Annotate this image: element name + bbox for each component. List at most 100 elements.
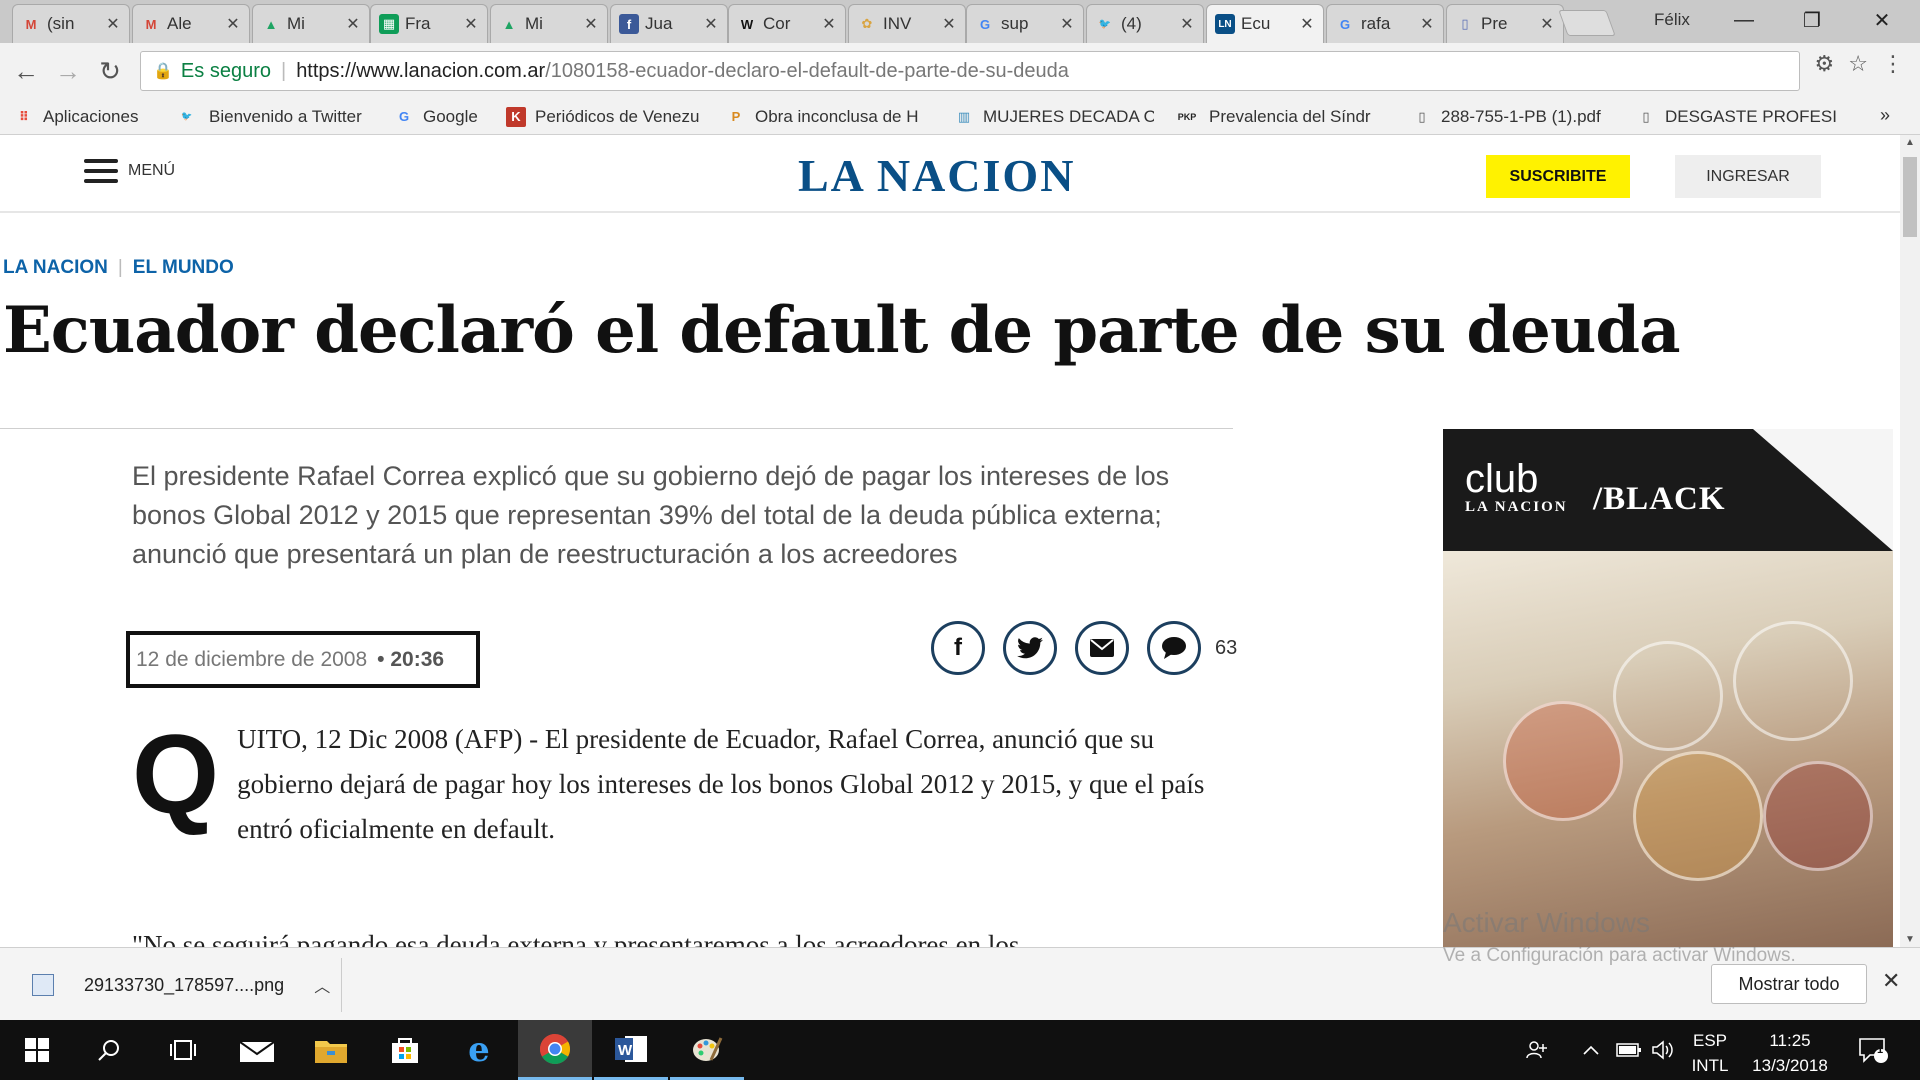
paint-icon[interactable]: [670, 1020, 744, 1080]
bookmark-item[interactable]: 🐦 Bienvenido a Twitter: [174, 107, 374, 127]
ad-club-text: club: [1465, 457, 1539, 501]
forward-icon[interactable]: →: [52, 55, 84, 87]
battery-icon[interactable]: [1616, 1020, 1642, 1080]
chevron-up-icon[interactable]: ︿: [314, 973, 330, 997]
close-tab-icon[interactable]: ✕: [821, 14, 837, 34]
bookmark-item[interactable]: K Periódicos de Venezu: [506, 106, 706, 127]
windows-start-icon[interactable]: [0, 1020, 74, 1080]
volume-icon[interactable]: [1651, 1020, 1675, 1080]
chrome-icon[interactable]: [518, 1020, 592, 1080]
subscribe-button[interactable]: SUSCRIBITE: [1486, 155, 1630, 198]
translate-icon[interactable]: ⚙: [1815, 51, 1835, 77]
tab-strip: M (sin ✕ M Ale ✕ ▲ Mi ✕ ▦ Fra ✕ ▲ Mi ✕ f Jua ✕ W Cor ✕ ✿ INV ✕ G…: [0, 0, 1920, 43]
url-path: /1080158-ecuador-declaro-el-default-de-p…: [545, 59, 1069, 82]
tab-title: Mi: [287, 14, 305, 33]
omnibox-separator: |: [280, 59, 287, 82]
input-language[interactable]: ESP INTL: [1690, 1028, 1730, 1078]
browser-tab[interactable]: Gsup ✕: [966, 4, 1084, 43]
ad-photo-glasses: [1443, 551, 1893, 947]
comment-count[interactable]: 63: [1215, 637, 1237, 660]
browser-tab[interactable]: ▲ Mi ✕: [252, 4, 370, 43]
browser-tab[interactable]: M Ale ✕: [132, 4, 250, 43]
tab-title: Jua: [645, 14, 673, 33]
bookmark-item[interactable]: P Obra inconclusa de H: [726, 107, 934, 127]
comments-icon[interactable]: [1147, 621, 1201, 675]
word-icon[interactable]: W: [594, 1020, 668, 1080]
tab-title: Fra: [405, 14, 431, 33]
close-tab-icon[interactable]: ✕: [345, 14, 361, 34]
restore-icon[interactable]: ❐: [1788, 4, 1836, 36]
browser-tab[interactable]: f Jua ✕: [610, 4, 728, 43]
login-button[interactable]: INGRESAR: [1675, 155, 1821, 198]
tray-chevron-up-icon[interactable]: [1582, 1020, 1600, 1080]
browser-tab[interactable]: M (sin ✕: [12, 4, 130, 43]
close-tab-icon[interactable]: ✕: [105, 14, 121, 34]
download-item[interactable]: 29133730_178597....png ︿: [20, 958, 342, 1012]
back-icon[interactable]: ←: [10, 55, 42, 87]
menu-button[interactable]: MENÚ: [84, 159, 175, 183]
site-logo[interactable]: LA NACION: [798, 149, 1075, 202]
bookmark-item[interactable]: PKP Prevalencia del Síndr: [1174, 107, 1392, 127]
clock[interactable]: 11:25 13/3/2018: [1742, 1028, 1838, 1078]
bookmark-star-icon[interactable]: ☆: [1848, 51, 1868, 77]
close-tab-icon[interactable]: ✕: [1059, 14, 1075, 34]
close-tab-icon[interactable]: ✕: [1539, 14, 1555, 34]
twitter-share-icon[interactable]: [1003, 621, 1057, 675]
bookmark-item[interactable]: ▯ DESGASTE PROFESIO: [1636, 107, 1836, 127]
bookmark-label: MUJERES DECADA O: [983, 106, 1154, 126]
close-tab-icon[interactable]: ✕: [1179, 14, 1195, 34]
breadcrumb-item[interactable]: LA NACION: [3, 257, 108, 279]
chrome-menu-icon[interactable]: ⋮: [1882, 51, 1904, 77]
browser-tab[interactable]: ✿ INV ✕: [848, 4, 966, 43]
close-tab-icon[interactable]: ✕: [583, 14, 599, 34]
browser-tab[interactable]: 🐦 (4) ✕: [1086, 4, 1204, 43]
bookmarks-overflow-icon[interactable]: »: [1880, 105, 1890, 126]
bookmark-item[interactable]: ▯ 288-755-1-PB (1).pdf: [1412, 107, 1616, 127]
close-tab-icon[interactable]: ✕: [1299, 14, 1315, 34]
close-tab-icon[interactable]: ✕: [225, 14, 241, 34]
window-user-name[interactable]: Félix: [1654, 10, 1690, 30]
email-share-icon[interactable]: [1075, 621, 1129, 675]
tab-title: (4): [1121, 14, 1142, 33]
reload-icon[interactable]: ↻: [94, 55, 126, 87]
people-icon[interactable]: [1525, 1020, 1549, 1080]
edge-icon[interactable]: e: [442, 1020, 516, 1080]
minimize-icon[interactable]: —: [1720, 4, 1768, 36]
scroll-down-icon[interactable]: ▼: [1900, 934, 1920, 945]
club-black-ad[interactable]: club LA NACION /BLACK: [1443, 429, 1893, 947]
address-bar[interactable]: 🔒 Es seguro | https://www.lanacion.com.a…: [140, 51, 1800, 91]
browser-tab[interactable]: W Cor ✕: [728, 4, 846, 43]
browser-tab[interactable]: ▯ Pre ✕: [1446, 4, 1564, 43]
browser-tab[interactable]: ▲ Mi ✕: [490, 4, 608, 43]
bookmark-item[interactable]: G Google: [394, 107, 486, 127]
search-icon[interactable]: [72, 1020, 146, 1080]
store-icon[interactable]: [368, 1020, 442, 1080]
close-tab-icon[interactable]: ✕: [941, 14, 957, 34]
mail-icon[interactable]: [220, 1020, 294, 1080]
breadcrumb-item[interactable]: EL MUNDO: [133, 257, 234, 279]
bookmark-item[interactable]: ⠿ Aplicaciones: [14, 107, 154, 127]
scroll-thumb[interactable]: [1903, 157, 1917, 237]
task-view-icon[interactable]: [146, 1020, 220, 1080]
close-tab-icon[interactable]: ✕: [463, 14, 479, 34]
show-all-downloads-button[interactable]: Mostrar todo: [1711, 964, 1867, 1004]
page-scrollbar[interactable]: ▲ ▼: [1900, 135, 1920, 947]
browser-tab[interactable]: Grafa ✕: [1326, 4, 1444, 43]
browser-tab[interactable]: ▦ Fra ✕: [370, 4, 488, 43]
article-date: 12 de diciembre de 2008: [136, 647, 368, 671]
gmail-icon: M: [25, 16, 37, 32]
gmail-icon: M: [145, 16, 157, 32]
close-shelf-icon[interactable]: ✕: [1882, 968, 1900, 994]
file-explorer-icon[interactable]: [294, 1020, 368, 1080]
close-window-icon[interactable]: ✕: [1858, 4, 1906, 36]
scroll-up-icon[interactable]: ▲: [1900, 137, 1920, 148]
bookmark-item[interactable]: ▥ MUJERES DECADA O: [954, 107, 1154, 127]
notifications-icon[interactable]: 1: [1858, 1020, 1888, 1080]
close-tab-icon[interactable]: ✕: [703, 14, 719, 34]
browser-tab[interactable]: LN Ecu ✕: [1206, 4, 1324, 43]
bookmark-label: Google: [423, 106, 478, 126]
keyboard-layout: INTL: [1691, 1056, 1729, 1075]
facebook-share-icon[interactable]: f: [931, 621, 985, 675]
new-tab-button[interactable]: [1558, 10, 1616, 36]
close-tab-icon[interactable]: ✕: [1419, 14, 1435, 34]
